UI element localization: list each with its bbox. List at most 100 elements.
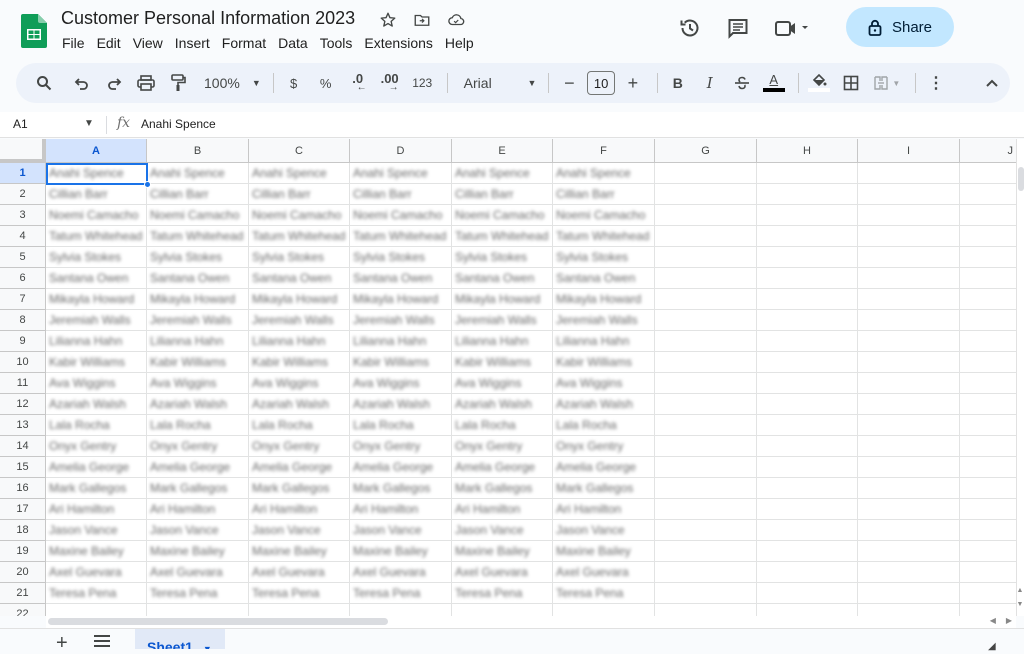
cell-a13[interactable]: Lala Rocha <box>46 415 147 436</box>
cell-b15[interactable]: Amelia George <box>147 457 249 478</box>
cell-e7[interactable]: Mikayla Howard <box>452 289 553 310</box>
cell-f6[interactable]: Santana Owen <box>553 268 655 289</box>
cell-a3[interactable]: Noemi Camacho <box>46 205 147 226</box>
cell-c4[interactable]: Tatum Whitehead <box>249 226 350 247</box>
fill-color-icon[interactable] <box>805 69 833 97</box>
cell-e11[interactable]: Ava Wiggins <box>452 373 553 394</box>
cell-j22[interactable] <box>960 604 1016 616</box>
cell-b8[interactable]: Jeremiah Walls <box>147 310 249 331</box>
cell-c18[interactable]: Jason Vance <box>249 520 350 541</box>
cell-b18[interactable]: Jason Vance <box>147 520 249 541</box>
cell-h18[interactable] <box>757 520 858 541</box>
cell-b16[interactable]: Mark Gallegos <box>147 478 249 499</box>
decrease-decimal-button[interactable]: .0 ← <box>344 69 372 97</box>
cell-f9[interactable]: Lilianna Hahn <box>553 331 655 352</box>
row-header-15[interactable]: 15 <box>0 457 46 478</box>
cell-f21[interactable]: Teresa Pena <box>553 583 655 604</box>
column-header-g[interactable]: G <box>655 139 757 163</box>
row-header-9[interactable]: 9 <box>0 331 46 352</box>
explore-icon[interactable]: ◢ <box>988 641 996 652</box>
more-options-icon[interactable]: ⋮ <box>922 69 950 97</box>
cell-b4[interactable]: Tatum Whitehead <box>147 226 249 247</box>
cell-a2[interactable]: Cillian Barr <box>46 184 147 205</box>
cell-c22[interactable] <box>249 604 350 616</box>
cell-a22[interactable] <box>46 604 147 616</box>
cell-d9[interactable]: Lilianna Hahn <box>350 331 452 352</box>
cell-e4[interactable]: Tatum Whitehead <box>452 226 553 247</box>
cell-d14[interactable]: Onyx Gentry <box>350 436 452 457</box>
cell-g21[interactable] <box>655 583 757 604</box>
cell-i4[interactable] <box>858 226 960 247</box>
cell-f11[interactable]: Ava Wiggins <box>553 373 655 394</box>
cell-c9[interactable]: Lilianna Hahn <box>249 331 350 352</box>
cell-j17[interactable] <box>960 499 1016 520</box>
cell-c21[interactable]: Teresa Pena <box>249 583 350 604</box>
increase-decimal-button[interactable]: .00 → <box>376 69 404 97</box>
cell-i2[interactable] <box>858 184 960 205</box>
cell-i15[interactable] <box>858 457 960 478</box>
font-size-input[interactable]: 10 <box>587 71 615 95</box>
cell-g19[interactable] <box>655 541 757 562</box>
column-header-c[interactable]: C <box>249 139 350 163</box>
cell-c5[interactable]: Sylvia Stokes <box>249 247 350 268</box>
menu-data[interactable]: Data <box>272 35 314 51</box>
cell-g13[interactable] <box>655 415 757 436</box>
cell-c20[interactable]: Axel Guevara <box>249 562 350 583</box>
cell-e5[interactable]: Sylvia Stokes <box>452 247 553 268</box>
menu-format[interactable]: Format <box>216 35 272 51</box>
cell-i11[interactable] <box>858 373 960 394</box>
cell-a18[interactable]: Jason Vance <box>46 520 147 541</box>
row-header-19[interactable]: 19 <box>0 541 46 562</box>
column-header-a[interactable]: A <box>46 139 147 163</box>
cell-f20[interactable]: Axel Guevara <box>553 562 655 583</box>
paint-format-icon[interactable] <box>164 69 192 97</box>
cell-g11[interactable] <box>655 373 757 394</box>
row-header-12[interactable]: 12 <box>0 394 46 415</box>
sheet-tab[interactable]: Sheet1 ▼ <box>135 629 225 649</box>
cell-h12[interactable] <box>757 394 858 415</box>
cell-i20[interactable] <box>858 562 960 583</box>
cell-h13[interactable] <box>757 415 858 436</box>
cell-f14[interactable]: Onyx Gentry <box>553 436 655 457</box>
cell-h11[interactable] <box>757 373 858 394</box>
column-header-b[interactable]: B <box>147 139 249 163</box>
cell-g6[interactable] <box>655 268 757 289</box>
cell-f4[interactable]: Tatum Whitehead <box>553 226 655 247</box>
cell-h5[interactable] <box>757 247 858 268</box>
cell-h9[interactable] <box>757 331 858 352</box>
cell-c11[interactable]: Ava Wiggins <box>249 373 350 394</box>
cell-i17[interactable] <box>858 499 960 520</box>
row-header-6[interactable]: 6 <box>0 268 46 289</box>
cell-e1[interactable]: Anahi Spence <box>452 163 553 184</box>
column-header-i[interactable]: I <box>858 139 960 163</box>
cell-f15[interactable]: Amelia George <box>553 457 655 478</box>
cell-h2[interactable] <box>757 184 858 205</box>
star-icon[interactable] <box>378 10 398 30</box>
add-sheet-icon[interactable]: + <box>56 633 68 653</box>
cell-d5[interactable]: Sylvia Stokes <box>350 247 452 268</box>
cell-h1[interactable] <box>757 163 858 184</box>
horizontal-scroll-thumb[interactable] <box>48 618 388 625</box>
cell-a10[interactable]: Kabir Williams <box>46 352 147 373</box>
zoom-select[interactable]: 100% ▼ <box>204 75 261 91</box>
cell-d21[interactable]: Teresa Pena <box>350 583 452 604</box>
row-header-2[interactable]: 2 <box>0 184 46 205</box>
cell-g12[interactable] <box>655 394 757 415</box>
cell-a6[interactable]: Santana Owen <box>46 268 147 289</box>
cell-f8[interactable]: Jeremiah Walls <box>553 310 655 331</box>
cell-j11[interactable] <box>960 373 1016 394</box>
cell-e2[interactable]: Cillian Barr <box>452 184 553 205</box>
cell-d17[interactable]: Ari Hamilton <box>350 499 452 520</box>
row-header-11[interactable]: 11 <box>0 373 46 394</box>
cell-h19[interactable] <box>757 541 858 562</box>
redo-icon[interactable] <box>100 69 128 97</box>
cell-f12[interactable]: Azariah Walsh <box>553 394 655 415</box>
cell-i8[interactable] <box>858 310 960 331</box>
cell-b11[interactable]: Ava Wiggins <box>147 373 249 394</box>
select-all-corner[interactable] <box>0 139 46 163</box>
cell-e21[interactable]: Teresa Pena <box>452 583 553 604</box>
cell-g4[interactable] <box>655 226 757 247</box>
cell-a11[interactable]: Ava Wiggins <box>46 373 147 394</box>
cell-h15[interactable] <box>757 457 858 478</box>
menu-file[interactable]: File <box>56 35 91 51</box>
